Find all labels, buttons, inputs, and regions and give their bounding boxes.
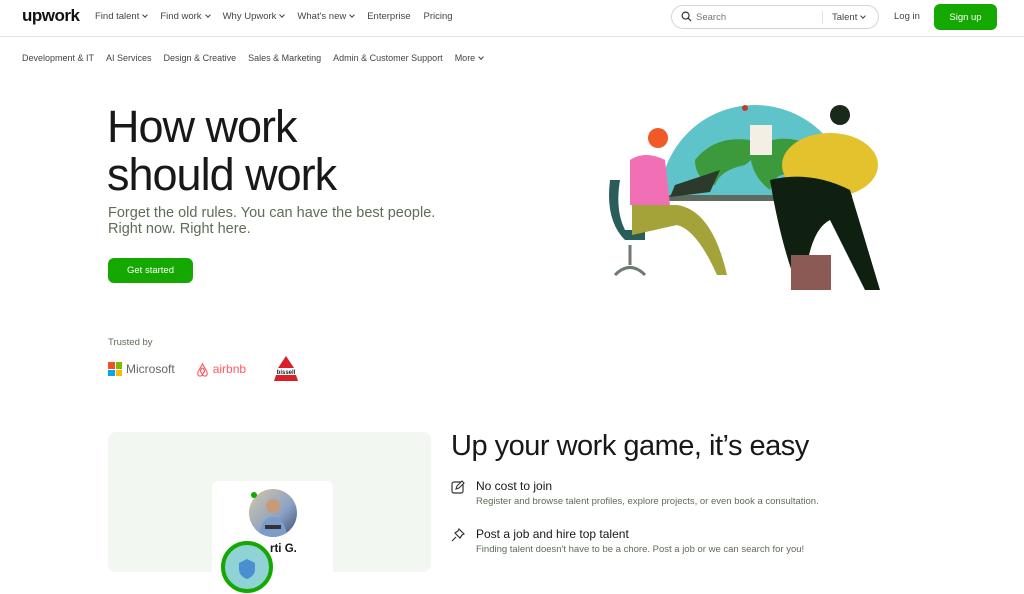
chevron-down-icon	[204, 12, 211, 18]
category-more[interactable]: More	[454, 53, 485, 63]
chevron-down-icon	[349, 12, 356, 18]
hero-title-line2: should work	[107, 149, 337, 200]
nav-pricing[interactable]: Pricing	[424, 11, 453, 22]
briefcase	[791, 255, 831, 290]
category-sales-marketing[interactable]: Sales & Marketing	[248, 53, 321, 63]
feature-description: Finding talent doesn't have to be a chor…	[476, 544, 805, 555]
nav-label: Why Upwork	[222, 11, 277, 22]
profile-card-prop	[750, 125, 772, 155]
hero-title-line1: How work	[107, 101, 298, 152]
map-pin	[742, 105, 748, 111]
woman-legs	[632, 205, 727, 275]
feature-description: Register and browse talent profiles, exp…	[476, 496, 819, 507]
category-design-creative[interactable]: Design & Creative	[164, 53, 237, 63]
search-bar: Talent	[671, 5, 879, 29]
edit-icon	[451, 480, 465, 494]
microsoft-icon	[108, 362, 122, 376]
woman-torso	[630, 155, 670, 205]
category-admin-support[interactable]: Admin & Customer Support	[333, 53, 443, 63]
category-ai-services[interactable]: AI Services	[106, 53, 152, 63]
top-navigation: upwork Find talent Find work Why Upwork …	[0, 0, 1024, 37]
category-development-it[interactable]: Development & IT	[22, 53, 94, 63]
category-more-label: More	[454, 53, 476, 63]
nav-why-upwork[interactable]: Why Upwork	[222, 11, 286, 22]
get-started-button[interactable]: Get started	[108, 258, 193, 283]
nav-label: Enterprise	[367, 11, 411, 22]
microsoft-label: Microsoft	[126, 362, 175, 376]
nav-enterprise[interactable]: Enterprise	[367, 11, 410, 22]
hero-subtitle-line2: Right now. Right here.	[108, 221, 251, 237]
woman-hair	[648, 128, 668, 148]
airbnb-logo: airbnb	[195, 362, 246, 377]
airbnb-label: airbnb	[212, 362, 247, 376]
hero-title: How work should work	[107, 101, 337, 200]
chevron-down-icon	[279, 12, 286, 18]
chevron-down-icon	[478, 53, 485, 60]
search-scope-dropdown[interactable]: Talent	[832, 12, 867, 23]
hero-subtitle: Forget the old rules. You can have the b…	[108, 205, 468, 237]
category-bar: Development & IT AI Services Design & Cr…	[22, 53, 495, 63]
feature-heading: No cost to join	[476, 479, 553, 493]
microsoft-logo: Microsoft	[108, 362, 175, 376]
hero-illustration	[609, 105, 880, 290]
nav-label: Find talent	[95, 11, 140, 22]
verified-badge	[221, 541, 273, 593]
chair-base	[613, 245, 647, 277]
upwork-logo[interactable]: upwork	[22, 6, 80, 26]
nav-label: What's new	[297, 11, 347, 22]
nav-label: Pricing	[423, 11, 453, 22]
airbnb-icon	[196, 362, 208, 377]
nav-whats-new[interactable]: What's new	[297, 11, 356, 22]
search-scope-label: Talent	[832, 12, 858, 23]
shield-icon	[239, 559, 255, 579]
bissell-logo: bissell	[270, 356, 303, 381]
main-nav: Find talent Find work Why Upwork What's …	[95, 11, 466, 22]
login-link[interactable]: Log in	[894, 11, 920, 22]
nav-label: Find work	[160, 11, 202, 22]
trusted-by-label: Trusted by	[108, 337, 153, 348]
pin-icon	[451, 528, 465, 542]
search-divider	[822, 11, 823, 24]
chevron-down-icon	[860, 13, 867, 19]
search-icon	[681, 11, 692, 22]
chevron-down-icon	[142, 12, 149, 18]
man-hair	[830, 105, 850, 125]
online-status-indicator	[251, 492, 257, 498]
nav-find-work[interactable]: Find work	[160, 11, 211, 22]
search-input[interactable]	[696, 10, 806, 25]
feature-heading: Post a job and hire top talent	[476, 527, 629, 541]
trusted-logos: Microsoft airbnb bissell	[108, 356, 304, 382]
hero-subtitle-line1: Forget the old rules. You can have the b…	[108, 205, 436, 221]
nav-find-talent[interactable]: Find talent	[95, 11, 149, 22]
features-title: Up your work game, it’s easy	[451, 430, 809, 462]
signup-button[interactable]: Sign up	[934, 4, 997, 30]
freelancer-name: rti G.	[270, 543, 297, 555]
